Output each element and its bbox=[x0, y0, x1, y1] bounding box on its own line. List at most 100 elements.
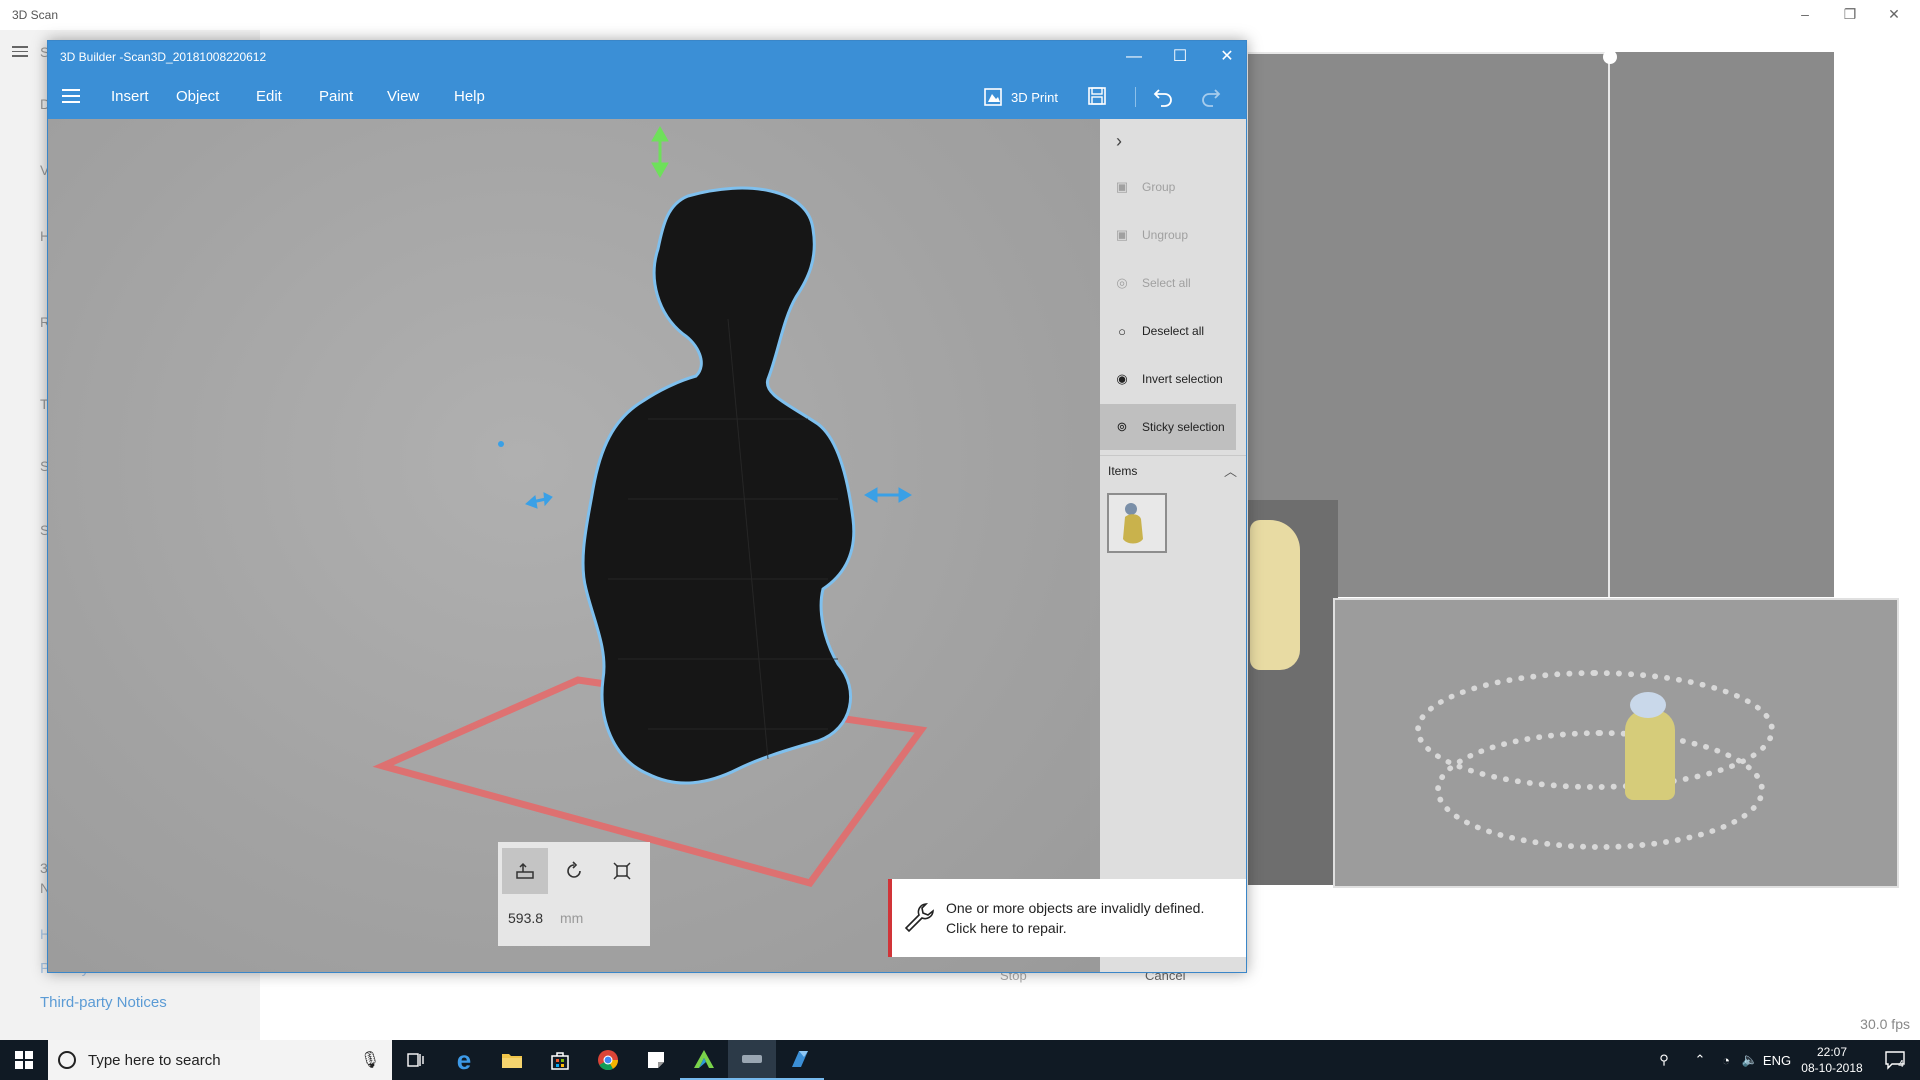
deselect-all-icon: ○ bbox=[1118, 323, 1126, 339]
clock-date: 08-10-2018 bbox=[1801, 1061, 1863, 1075]
ungroup-label: Ungroup bbox=[1142, 228, 1189, 242]
scanned-model bbox=[581, 186, 856, 785]
invert-selection-label: Invert selection bbox=[1142, 372, 1223, 386]
3d-viewport[interactable]: 593.8 mm bbox=[48, 119, 1100, 972]
selection-side-panel: › ▣ Group ▣ Ungroup ◎ Select all ○ Desel… bbox=[1100, 119, 1246, 972]
notification-count-badge: 4 bbox=[1898, 1058, 1904, 1070]
items-header: Items bbox=[1108, 464, 1138, 478]
point-cloud-figure-head bbox=[1630, 692, 1666, 718]
sticky-app-icon[interactable] bbox=[632, 1040, 680, 1080]
minimize-button[interactable]: — bbox=[1119, 45, 1149, 69]
clock[interactable]: 22:07 08-10-2018 bbox=[1790, 1044, 1874, 1076]
menu-bar: Insert Object Edit Paint View Help 3D Pr… bbox=[48, 73, 1246, 119]
point-cloud-preview bbox=[1333, 598, 1899, 888]
bg-hamburger-icon[interactable] bbox=[12, 46, 28, 60]
bg-close-button[interactable]: ✕ bbox=[1884, 6, 1904, 23]
menu-help[interactable]: Help bbox=[454, 88, 485, 105]
close-button[interactable]: ✕ bbox=[1212, 45, 1242, 69]
3d-scan-app-icon[interactable] bbox=[728, 1040, 776, 1080]
chevron-up-tray-icon[interactable]: ⌃ bbox=[1688, 1040, 1712, 1080]
title-bar[interactable]: 3D Builder -Scan3D_20181008220612 — ☐ ✕ bbox=[48, 41, 1246, 73]
item-thumbnail[interactable] bbox=[1107, 493, 1167, 553]
sticky-selection-label: Sticky selection bbox=[1142, 420, 1225, 434]
3d-print-button[interactable]: 3D Print bbox=[983, 85, 1058, 109]
language-indicator[interactable]: ENG bbox=[1762, 1040, 1792, 1080]
ungroup-icon: ▣ bbox=[1115, 227, 1129, 242]
sticky-selection-icon: ⊚ bbox=[1116, 419, 1128, 434]
repair-notification-text: One or more objects are invalidly define… bbox=[946, 898, 1236, 938]
group-label: Group bbox=[1142, 180, 1176, 194]
scan-subject-shape bbox=[1250, 520, 1300, 670]
preview-frame-line bbox=[1248, 52, 1610, 54]
search-placeholder: Type here to search bbox=[88, 1051, 221, 1069]
task-view-icon[interactable] bbox=[392, 1040, 440, 1080]
sticky-selection-button[interactable]: ⊚ Sticky selection bbox=[1100, 404, 1236, 450]
taskbar-search-box[interactable]: Type here to search 🎙 bbox=[48, 1040, 392, 1080]
wrench-icon bbox=[892, 901, 946, 935]
invert-selection-button[interactable]: ◉ Invert selection bbox=[1100, 356, 1236, 402]
repair-action[interactable]: Click here to repair. bbox=[946, 918, 1236, 938]
transform-toolbox: 593.8 mm bbox=[498, 842, 650, 946]
deselect-all-label: Deselect all bbox=[1142, 324, 1205, 338]
repair-notification[interactable]: One or more objects are invalidly define… bbox=[888, 879, 1246, 957]
scale-tool-icon[interactable] bbox=[599, 848, 645, 894]
window-title: 3D Builder -Scan3D_20181008220612 bbox=[60, 50, 267, 64]
edge-browser-icon[interactable]: e bbox=[440, 1040, 488, 1080]
clock-time: 22:07 bbox=[1816, 1045, 1848, 1059]
hamburger-menu-icon[interactable] bbox=[62, 89, 80, 107]
move-tool-icon[interactable] bbox=[502, 848, 548, 894]
3d-builder-window: 3D Builder -Scan3D_20181008220612 — ☐ ✕ … bbox=[47, 40, 1247, 973]
menu-paint[interactable]: Paint bbox=[319, 88, 353, 105]
chevron-up-icon[interactable]: ︿ bbox=[1224, 461, 1237, 480]
store-icon[interactable] bbox=[536, 1040, 584, 1080]
action-center-icon[interactable]: 4 bbox=[1874, 1040, 1914, 1080]
group-icon: ▣ bbox=[1115, 179, 1129, 194]
move-horizontal-handle-left bbox=[525, 492, 553, 509]
move-horizontal-handle-right bbox=[864, 487, 912, 503]
redo-icon[interactable] bbox=[1198, 83, 1224, 109]
deselect-all-button[interactable]: ○ Deselect all bbox=[1100, 308, 1236, 354]
select-all-label: Select all bbox=[1142, 276, 1191, 290]
cortana-icon bbox=[58, 1051, 76, 1069]
preview-split-handle-dot[interactable] bbox=[1603, 50, 1617, 64]
chrome-icon[interactable] bbox=[584, 1040, 632, 1080]
volume-icon[interactable]: 🔈 bbox=[1738, 1040, 1762, 1080]
move-vertical-handle bbox=[651, 125, 669, 179]
undo-icon[interactable] bbox=[1150, 83, 1176, 109]
group-button[interactable]: ▣ Group bbox=[1100, 164, 1236, 210]
autodesk-app-icon[interactable] bbox=[680, 1040, 728, 1080]
select-all-button[interactable]: ◎ Select all bbox=[1100, 260, 1236, 306]
rotate-tool-icon[interactable] bbox=[551, 848, 597, 894]
microphone-icon[interactable]: 🎙 bbox=[358, 1050, 382, 1070]
3d-print-label: 3D Print bbox=[1011, 89, 1058, 105]
panel-divider bbox=[1100, 455, 1246, 456]
people-icon[interactable]: ⚲ bbox=[1650, 1040, 1678, 1080]
windows-start-icon[interactable] bbox=[0, 1040, 48, 1080]
file-explorer-icon[interactable] bbox=[488, 1040, 536, 1080]
toolbar-divider bbox=[1135, 87, 1136, 107]
bg-minimize-button[interactable]: – bbox=[1795, 6, 1815, 22]
chevron-right-icon[interactable]: › bbox=[1116, 131, 1122, 152]
dimension-unit: mm bbox=[560, 910, 584, 926]
save-icon[interactable] bbox=[1084, 83, 1110, 109]
preview-split-handle[interactable] bbox=[1608, 52, 1610, 597]
wifi-icon[interactable]: ◔ bbox=[1714, 1040, 1738, 1080]
menu-object[interactable]: Object bbox=[176, 88, 219, 105]
ungroup-button[interactable]: ▣ Ungroup bbox=[1100, 212, 1236, 258]
menu-insert[interactable]: Insert bbox=[111, 88, 149, 105]
maximize-button[interactable]: ☐ bbox=[1165, 45, 1195, 69]
bg-restore-button[interactable]: ❐ bbox=[1840, 6, 1860, 23]
move-depth-handle bbox=[498, 441, 504, 447]
3d-builder-app-icon[interactable] bbox=[776, 1040, 824, 1080]
fps-readout: 30.0 fps bbox=[1860, 1016, 1910, 1032]
menu-edit[interactable]: Edit bbox=[256, 88, 282, 105]
invert-selection-icon: ◉ bbox=[1116, 371, 1128, 386]
3d-print-icon bbox=[984, 88, 1002, 106]
dimension-value-input[interactable]: 593.8 bbox=[508, 910, 543, 926]
bg-app-title: 3D Scan bbox=[12, 8, 59, 22]
taskbar: Type here to search 🎙 e ⚲ ⌃ ◔ 🔈 ENG 22:0… bbox=[0, 1040, 1920, 1080]
repair-message: One or more objects are invalidly define… bbox=[946, 900, 1205, 916]
third-party-notices-link[interactable]: Third-party Notices bbox=[40, 994, 167, 1011]
menu-view[interactable]: View bbox=[387, 88, 419, 105]
point-cloud-ring bbox=[1435, 730, 1765, 850]
